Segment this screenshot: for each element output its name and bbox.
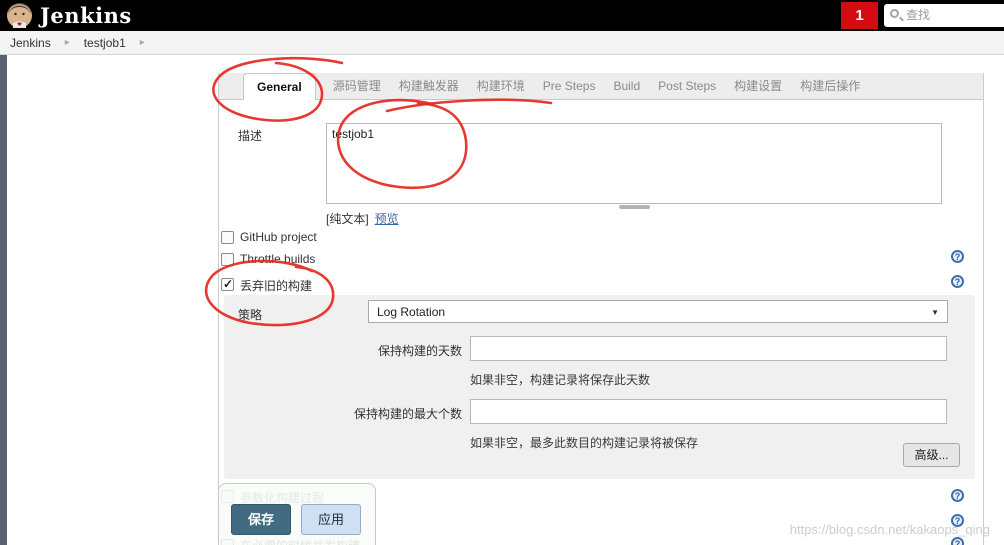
- throttle-builds-label[interactable]: Throttle builds: [240, 252, 315, 266]
- help-icon[interactable]: ?: [951, 275, 964, 288]
- strategy-select-value: Log Rotation: [377, 305, 446, 319]
- chevron-right-icon: ▸: [64, 37, 70, 48]
- tab-build-settings[interactable]: 构建设置: [725, 73, 791, 99]
- tab-post-build-actions[interactable]: 构建后操作: [791, 73, 869, 99]
- breadcrumb-item-jenkins[interactable]: Jenkins: [10, 36, 51, 50]
- save-button[interactable]: 保存: [231, 504, 291, 535]
- dropdown-arrow-icon: ▼: [931, 308, 939, 317]
- max-builds-help: 如果非空，最多此数目的构建记录将被保存: [470, 436, 699, 450]
- max-builds-label: 保持构建的最大个数: [353, 407, 462, 421]
- plain-text-mode-label: [纯文本]: [326, 212, 369, 226]
- textarea-resize-grip[interactable]: [619, 205, 650, 209]
- help-icon[interactable]: ?: [951, 489, 964, 502]
- app-title: Jenkins: [40, 3, 132, 28]
- description-label: 描述: [238, 129, 263, 143]
- strategy-label: 策略: [238, 308, 263, 322]
- advanced-button[interactable]: 高级...: [903, 443, 960, 467]
- days-to-keep-label: 保持构建的天数: [377, 344, 462, 358]
- chevron-right-icon: ▸: [139, 37, 145, 48]
- apply-button[interactable]: 应用: [301, 504, 361, 535]
- github-project-checkbox[interactable]: [221, 231, 234, 244]
- jenkins-butler-logo-icon: [6, 2, 33, 29]
- top-bar: Jenkins 1: [0, 0, 1004, 31]
- breadcrumb: Jenkins ▸ testjob1 ▸: [0, 31, 1004, 55]
- tab-pre-steps[interactable]: Pre Steps: [534, 73, 605, 99]
- help-icon[interactable]: ?: [951, 537, 964, 545]
- preview-link[interactable]: 预览: [375, 210, 399, 227]
- left-edge-strip: [0, 55, 7, 545]
- alert-count-badge[interactable]: 1: [841, 2, 878, 29]
- github-project-label[interactable]: GitHub project: [240, 230, 317, 244]
- help-icon[interactable]: ?: [951, 250, 964, 263]
- discard-old-builds-label[interactable]: 丢弃旧的构建: [240, 277, 312, 294]
- tab-source-code-management[interactable]: 源码管理: [324, 73, 390, 99]
- max-builds-input[interactable]: [470, 399, 947, 424]
- strategy-select[interactable]: Log Rotation ▼: [368, 300, 948, 323]
- description-mode-row: [纯文本] 预览: [326, 210, 399, 227]
- days-to-keep-help: 如果非空，构建记录将保存此天数: [470, 373, 651, 387]
- tab-post-steps[interactable]: Post Steps: [649, 73, 725, 99]
- discard-old-builds-checkbox[interactable]: [221, 277, 234, 291]
- days-to-keep-input[interactable]: [470, 336, 947, 361]
- description-textarea[interactable]: testjob1: [326, 123, 942, 204]
- watermark-text: https://blog.csdn.net/kakaops_qing: [789, 522, 990, 537]
- search-input[interactable]: [906, 5, 1004, 25]
- config-tab-bar: General 源码管理 构建触发器 构建环境 Pre Steps Build …: [219, 73, 983, 100]
- tab-general[interactable]: General: [243, 73, 316, 100]
- jenkins-home-link[interactable]: Jenkins: [6, 1, 132, 30]
- jenkins-config-page: Jenkins 1 Jenkins ▸ testjob1 ▸ General 源…: [0, 0, 1004, 545]
- tab-build-triggers[interactable]: 构建触发器: [390, 73, 468, 99]
- throttle-builds-checkbox[interactable]: [221, 253, 234, 266]
- search-icon: [890, 9, 899, 18]
- tab-build-environment[interactable]: 构建环境: [468, 73, 534, 99]
- breadcrumb-item-testjob1[interactable]: testjob1: [84, 36, 126, 50]
- search-box: [884, 4, 1004, 27]
- tab-build[interactable]: Build: [604, 73, 649, 99]
